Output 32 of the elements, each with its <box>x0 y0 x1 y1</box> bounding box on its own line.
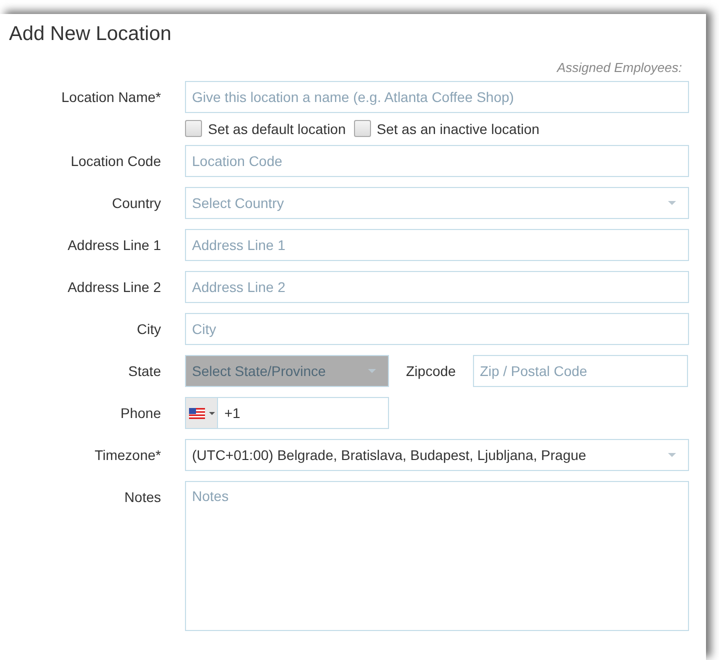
field-label: Phone <box>120 404 161 423</box>
caret-icon <box>668 201 676 205</box>
input-field[interactable]: +1 <box>218 397 389 429</box>
input-field[interactable]: Location Code <box>185 145 689 177</box>
field-label: Location Name* <box>61 88 161 107</box>
field-label: Location Code <box>70 152 161 171</box>
input-field[interactable]: Give this location a name (e.g. Atlanta Coffee Shop) <box>185 81 689 113</box>
checkbox-label: Set as default location <box>208 120 346 136</box>
caret-icon <box>208 412 215 414</box>
field-label: Country <box>112 194 161 213</box>
checkbox[interactable] <box>354 120 371 137</box>
dropdown[interactable]: (UTC+01:00) Belgrade, Bratislava, Budapest, Ljubljana, Prague <box>185 439 689 471</box>
input-field[interactable]: Address Line 1 <box>185 229 689 261</box>
country-code-button[interactable] <box>185 397 218 429</box>
checkbox[interactable] <box>185 120 202 137</box>
input-field[interactable]: Zip / Postal Code <box>472 355 688 387</box>
input-field[interactable]: Address Line 2 <box>185 271 689 303</box>
field-label: Timezone* <box>94 446 161 465</box>
checkbox-label: Set as an inactive location <box>376 120 540 136</box>
caret-icon <box>668 453 676 457</box>
assigned-employees-label: Assigned Employees: <box>556 60 682 75</box>
field-label: Address Line 1 <box>68 236 161 255</box>
field-label: Notes <box>124 488 161 507</box>
caret-icon <box>368 369 376 373</box>
input-field[interactable]: City <box>185 313 689 345</box>
field-label: State <box>128 362 161 381</box>
field-label: Address Line 2 <box>68 278 161 297</box>
field-label: City <box>136 320 161 339</box>
dialog-title: Add New Location <box>9 23 172 46</box>
flag-icon <box>188 408 205 418</box>
field-label: Zipcode <box>406 363 456 379</box>
notes-field[interactable]: Notes <box>185 481 689 631</box>
